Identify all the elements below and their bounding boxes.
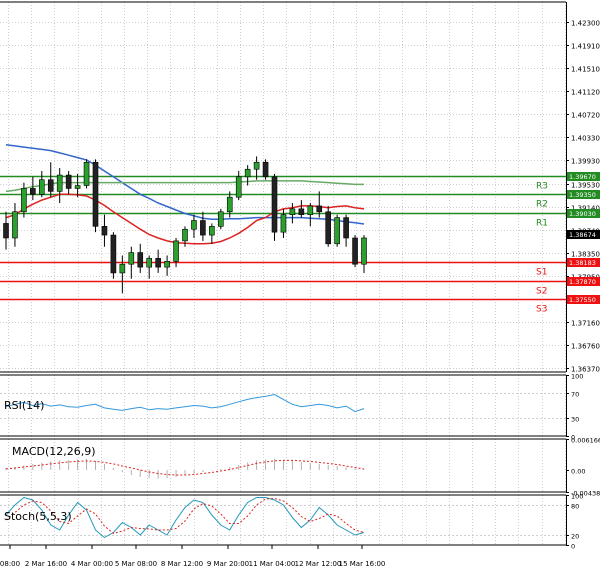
level-price-label: 1.39350 [569, 191, 596, 199]
axis-tick-label: 1.41120 [571, 89, 600, 97]
time-axis-label: 2 Mar 16:00 [25, 560, 67, 568]
candle-bullish [74, 185, 81, 189]
rsi-title: RSI(14) [4, 399, 44, 412]
axis-tick-label: 80 [571, 503, 579, 511]
chart-canvas: R3 R2 R1 S1 S2 S3 RSI(14) MACD(12,26,9) Stoch(5,… [0, 1, 600, 568]
candle-bearish [3, 223, 9, 239]
axis-tick-label: 20 [571, 533, 579, 541]
candle-bearish [271, 176, 278, 233]
level-price-label: 1.37870 [569, 278, 596, 286]
candle-bullish [235, 176, 242, 198]
candle-bearish [200, 220, 206, 236]
axis-tick-label: 1.40720 [571, 112, 600, 120]
candle-bullish [334, 217, 340, 245]
candle-bullish [56, 174, 63, 192]
level-price-label: 1.39030 [569, 210, 596, 218]
axis-tick-label: 100 [571, 493, 583, 501]
candle-bullish [191, 220, 197, 230]
time-axis-label: 11 Mar 04:00 [249, 560, 296, 568]
time-axis-label: 12 Mar 12:00 [295, 560, 342, 568]
axis-tick-label: 100 [571, 373, 583, 381]
rsi-line [5, 393, 365, 413]
candle-bullish [173, 240, 179, 262]
candle-bullish [119, 263, 126, 274]
axis-tick-label: 70 [571, 391, 579, 399]
time-axis-label: 08:00 [0, 560, 20, 568]
axis-tick-label: 1.39930 [571, 158, 600, 166]
axis-tick-label: 1.41910 [571, 43, 600, 51]
axis-tick-label: 0.006166 [571, 437, 600, 445]
axis-tick-label: 1.39530 [571, 182, 600, 190]
candle-bearish [155, 258, 161, 268]
level-price-label: 1.38183 [569, 259, 596, 267]
time-axis-label: 8 Mar 12:00 [161, 560, 203, 568]
candle-bearish [110, 234, 117, 274]
candle-bearish [325, 211, 332, 245]
time-axis-label: 4 Mar 00:00 [71, 560, 113, 568]
time-axis-label: 15 Mar 16:00 [339, 560, 386, 568]
candle-bearish [92, 161, 99, 227]
level-price-label: 1.39670 [569, 173, 596, 181]
candle-bullish [361, 237, 367, 265]
axis-tick-label: 1.40330 [571, 135, 600, 143]
current-price-label: 1.38674 [569, 231, 596, 239]
level-name-r2: R2 [536, 200, 548, 210]
candle-bullish [307, 205, 314, 215]
candle-bullish [209, 226, 215, 236]
candle-bearish [101, 226, 108, 236]
level-name-s3: S3 [536, 305, 547, 315]
candle-bullish [12, 211, 18, 239]
macd-title: MACD(12,26,9) [12, 445, 96, 458]
time-axis-label: 5 Mar 08:00 [115, 560, 157, 568]
candle-bearish [262, 161, 269, 178]
candle-bearish [30, 188, 36, 195]
candle-bullish [128, 252, 135, 265]
axis-tick-label: 30 [571, 416, 579, 424]
candle-bullish [38, 179, 45, 195]
time-axis-label: 9 Mar 20:00 [207, 560, 249, 568]
axis-tick-label: 0 [571, 543, 575, 551]
candle-bullish [253, 161, 260, 170]
stoch-title: Stoch(5,5,3) [4, 510, 72, 523]
axis-tick-label: 1.41510 [571, 66, 600, 74]
candle-bearish [65, 174, 72, 189]
candle-bearish [316, 205, 323, 213]
candle-bullish [289, 208, 296, 215]
axis-tick-label: 1.38350 [571, 251, 600, 259]
level-price-label: 1.37550 [569, 296, 596, 304]
axis-tick-label: 1.42300 [571, 20, 600, 28]
level-name-r3: R3 [536, 182, 548, 192]
candle-bullish [218, 211, 224, 227]
axis-tick-label: 1.36760 [571, 343, 600, 351]
candle-bullish [83, 161, 90, 186]
candle-bullish [226, 196, 233, 213]
level-name-s1: S1 [536, 268, 547, 278]
level-name-r1: R1 [536, 219, 548, 229]
candle-bullish [164, 260, 170, 268]
axis-tick-label: 0.00 [571, 468, 585, 476]
candle-bearish [137, 252, 144, 268]
candle-bullish [280, 214, 287, 233]
axis-tick-label: 1.37160 [571, 320, 600, 328]
candle-bullish [21, 188, 27, 213]
candle-bearish [343, 217, 349, 239]
candle-bullish [146, 258, 152, 268]
candle-bearish [352, 237, 358, 265]
candle-bullish [244, 168, 251, 178]
candle-bearish [47, 179, 54, 192]
candle-bearish [298, 208, 305, 215]
level-name-s2: S2 [536, 287, 547, 297]
candle-bullish [182, 228, 188, 242]
